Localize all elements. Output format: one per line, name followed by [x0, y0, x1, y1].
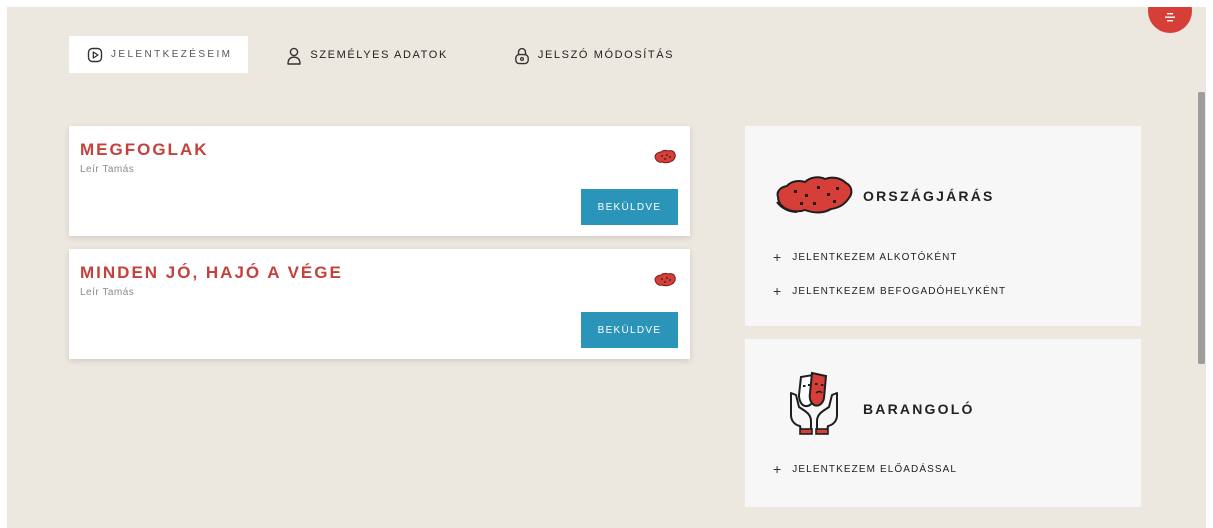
program-title: BARANGOLÓ: [863, 401, 975, 417]
link-label: JELENTKEZEM ELŐADÁSSAL: [792, 463, 958, 475]
account-tabs: JELENTKEZÉSEIM SZEMÉLYES ADATOK JELSZÓ M…: [69, 36, 690, 73]
menu-button[interactable]: [1148, 7, 1192, 33]
application-title: MEGFOGLAK: [80, 140, 209, 159]
page: JELENTKEZÉSEIM SZEMÉLYES ADATOK JELSZÓ M…: [7, 7, 1206, 528]
tab-szemelyes-adatok[interactable]: SZEMÉLYES ADATOK: [268, 36, 463, 73]
application-card[interactable]: MINDEN JÓ, HAJÓ A VÉGE Leír Tamás BEKÜLD…: [69, 249, 690, 359]
link-label: JELENTKEZEM ALKOTÓKÉNT: [792, 251, 958, 263]
status-button[interactable]: BEKÜLDVE: [581, 312, 678, 348]
application-author: Leír Tamás: [80, 287, 135, 298]
plus-icon: +: [773, 249, 783, 265]
program-panel-barangolo: BARANGOLÓ + JELENTKEZEM ELŐADÁSSAL: [745, 339, 1141, 507]
plus-icon: +: [773, 283, 783, 299]
tab-jelentkezeseim[interactable]: JELENTKEZÉSEIM: [69, 36, 249, 73]
application-card[interactable]: MEGFOGLAK Leír Tamás BEKÜLDVE: [69, 126, 690, 236]
lock-icon: [514, 47, 530, 64]
apply-with-performance-link[interactable]: + JELENTKEZEM ELŐADÁSSAL: [773, 462, 957, 476]
user-icon: [286, 47, 302, 65]
menu-icon: [1165, 13, 1175, 22]
status-button[interactable]: BEKÜLDVE: [581, 189, 678, 225]
scrollbar-thumb[interactable]: [1198, 92, 1205, 364]
link-label: JELENTKEZEM BEFOGADÓHELYKÉNT: [792, 285, 1007, 297]
hungary-map-icon: [654, 272, 676, 287]
apply-as-creator-link[interactable]: + JELENTKEZEM ALKOTÓKÉNT: [773, 250, 958, 264]
application-author: Leír Tamás: [80, 164, 135, 175]
tab-label: JELSZÓ MÓDOSÍTÁS: [537, 48, 675, 61]
program-panel-orszagjaras: ORSZÁGJÁRÁS + JELENTKEZEM ALKOTÓKÉNT + J…: [745, 126, 1141, 326]
scrollbar[interactable]: [1196, 7, 1206, 528]
play-circle-icon: [87, 47, 103, 63]
tab-label: SZEMÉLYES ADATOK: [310, 48, 448, 61]
hungary-map-icon: [654, 149, 676, 164]
tab-label: JELENTKEZÉSEIM: [111, 49, 233, 60]
theater-masks-hands-icon: [790, 371, 838, 435]
tab-jelszo-modositas[interactable]: JELSZÓ MÓDOSÍTÁS: [496, 36, 690, 73]
hungary-map-icon: [776, 176, 853, 214]
application-title: MINDEN JÓ, HAJÓ A VÉGE: [80, 263, 343, 282]
plus-icon: +: [773, 461, 783, 477]
apply-as-venue-link[interactable]: + JELENTKEZEM BEFOGADÓHELYKÉNT: [773, 284, 1006, 298]
program-title: ORSZÁGJÁRÁS: [863, 188, 995, 204]
